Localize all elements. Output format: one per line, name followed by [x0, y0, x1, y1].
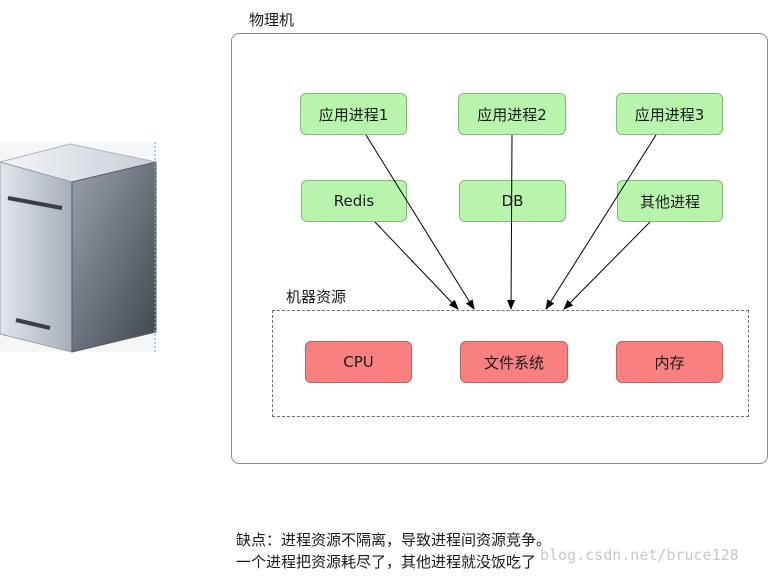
connector-arrows: [365, 134, 657, 310]
watermark: blog.csdn.net/bruce128: [540, 546, 739, 564]
arrow-app3-to-resources: [545, 134, 657, 310]
arrow-redis-to-resources: [374, 221, 459, 310]
arrow-app1-to-resources: [365, 134, 475, 310]
drawback-note-line2: 一个进程把资源耗尽了，其他进程就没饭吃了: [236, 553, 537, 571]
arrow-app2-to-resources: [507, 134, 516, 310]
drawback-note-line1: 缺点：进程资源不隔离，导致进程间资源竞争。: [236, 531, 552, 549]
arrow-other-to-resources: [563, 221, 651, 310]
